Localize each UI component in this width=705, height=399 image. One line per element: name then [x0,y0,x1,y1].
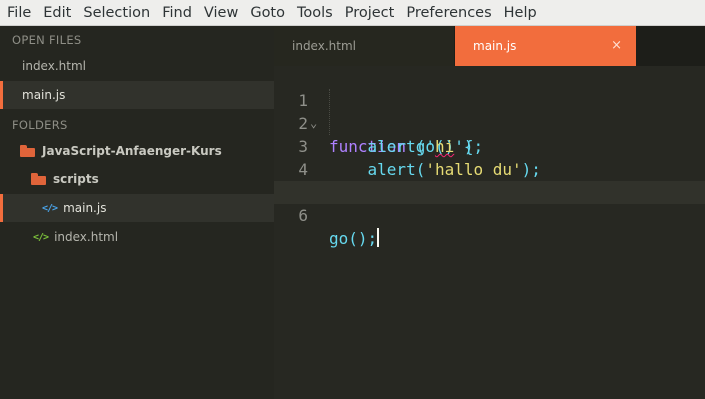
tab-bar: index.html main.js × [274,26,705,66]
code-line: 5 [274,158,705,202]
code-file-icon: </> [33,231,49,243]
call-token: go(); [329,229,378,248]
tree-file-label: main.js [63,201,107,215]
close-icon[interactable]: × [611,38,622,53]
code-line-current: 6 go(); [274,181,705,248]
tree-file-main-js[interactable]: </> main.js [0,194,274,222]
folder-icon [31,173,46,185]
tree-file-label: index.html [54,230,119,244]
menu-tools[interactable]: Tools [291,0,339,26]
code-file-icon: </> [42,202,58,214]
code-line: 1 ⌄ function go() { [274,66,705,156]
sidebar: OPEN FILES index.html main.js FOLDERS Ja… [0,26,274,399]
code-line: 4 } [274,135,705,202]
folder-label: JavaScript-Anfaenger-Kurs [42,144,222,158]
menu-bar: File Edit Selection Find View Goto Tools… [0,0,705,26]
open-files-header: OPEN FILES [12,33,82,47]
code-line: 2 alert('hi'); [274,89,705,156]
line-number: 6 [298,206,308,225]
menu-project[interactable]: Project [339,0,401,26]
folder-javascript-anfaenger-kurs[interactable]: JavaScript-Anfaenger-Kurs [0,137,274,165]
open-file-index-html[interactable]: index.html [0,52,274,80]
folder-label: scripts [53,172,99,186]
menu-help[interactable]: Help [498,0,543,26]
folder-icon [20,145,35,157]
menu-view[interactable]: View [198,0,244,26]
folder-scripts[interactable]: scripts [0,165,274,193]
open-file-label: main.js [22,88,66,102]
text-caret [377,228,380,247]
code-editor[interactable]: 1 ⌄ function go() { 2 alert('hi'); 3 ale… [274,66,705,399]
menu-selection[interactable]: Selection [77,0,156,26]
tab-label: index.html [292,39,356,53]
code-line: 3 alert('hallo du'); [274,112,705,179]
menu-find[interactable]: Find [156,0,198,26]
tab-index-html[interactable]: index.html [274,26,454,66]
open-file-label: index.html [22,59,86,73]
open-file-main-js[interactable]: main.js [0,81,274,109]
tab-main-js[interactable]: main.js × [455,26,636,66]
menu-edit[interactable]: Edit [37,0,77,26]
menu-goto[interactable]: Goto [244,0,291,26]
tree-file-index-html[interactable]: </> index.html [0,223,274,251]
folders-header: FOLDERS [12,118,68,132]
menu-preferences[interactable]: Preferences [400,0,497,26]
menu-file[interactable]: File [0,0,37,26]
tab-label: main.js [473,39,517,53]
